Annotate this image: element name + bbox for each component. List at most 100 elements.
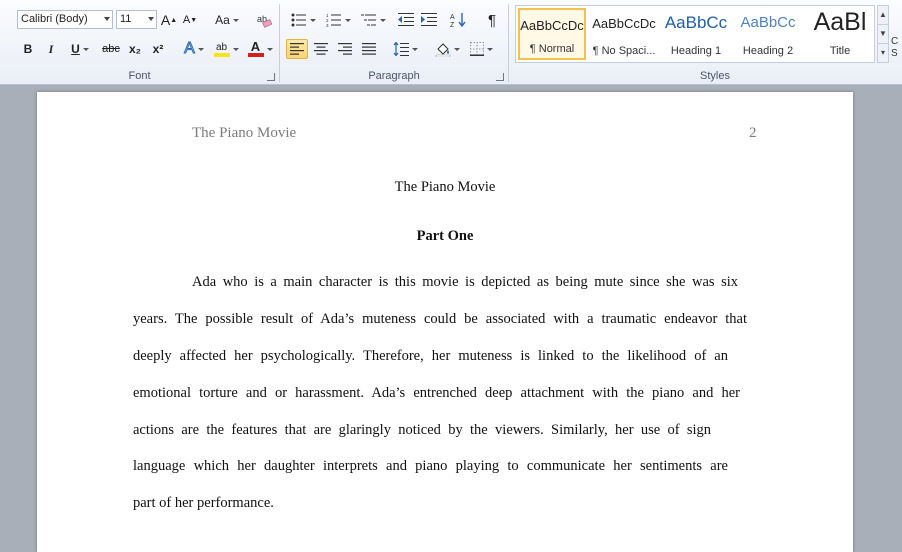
underline-button[interactable]: U xyxy=(66,39,94,59)
style-heading-1[interactable]: AaBbCc Heading 1 xyxy=(662,8,730,60)
shrink-font-button[interactable]: A ▼ xyxy=(182,10,198,30)
grow-font-icon: A xyxy=(160,12,171,28)
chevron-down-icon xyxy=(411,47,418,51)
scroll-down-icon[interactable]: ▼ xyxy=(878,25,888,44)
font-size-combo[interactable]: 11 xyxy=(116,10,157,29)
bold-icon: B xyxy=(23,42,33,56)
style-name: ¶ Normal xyxy=(529,43,575,55)
styles-gallery-scroll[interactable]: ▲ ▼ ▾ xyxy=(877,5,889,63)
styles-gallery: AaBbCcDc ¶ Normal AaBbCcDc ¶ No Spaci...… xyxy=(515,5,875,63)
style-name: Heading 2 xyxy=(742,45,794,57)
style-sample: AaBbCc xyxy=(664,13,728,32)
paragraph-line: actions are the features that are glarin… xyxy=(133,422,711,438)
style-sample: AaBbCcDc xyxy=(520,18,584,33)
change-styles-button[interactable]: C S xyxy=(891,36,898,60)
more-styles-icon[interactable]: ▾ xyxy=(878,44,888,62)
text-effects-button[interactable]: A xyxy=(180,39,208,59)
borders-icon xyxy=(469,42,484,56)
change-case-button[interactable]: Aa xyxy=(213,10,241,30)
increase-indent-button[interactable] xyxy=(419,10,439,30)
paragraph-line: language which her daughter interprets a… xyxy=(133,458,728,474)
style-heading-2[interactable]: AaBbCc Heading 2 xyxy=(734,8,802,60)
strikethrough-icon: abc xyxy=(102,43,120,55)
italic-icon: I xyxy=(48,41,54,56)
style-title[interactable]: AaBl Title xyxy=(806,8,874,60)
superscript-button[interactable]: x² xyxy=(149,39,167,59)
font-dialog-launcher-icon[interactable] xyxy=(267,73,275,81)
subscript-button[interactable]: x₂ xyxy=(126,39,144,59)
highlight-text: ab xyxy=(215,41,228,53)
svg-text:Z: Z xyxy=(450,22,455,28)
styles-group-label: Styles xyxy=(700,70,730,82)
style-no-spacing[interactable]: AaBbCcDc ¶ No Spaci... xyxy=(590,8,658,60)
align-center-button[interactable] xyxy=(310,39,332,59)
shrink-font-icon: A xyxy=(182,14,191,26)
chevron-down-icon xyxy=(104,17,110,21)
style-name: Heading 1 xyxy=(670,45,722,57)
paragraph-line: deeply affected her psychologically. The… xyxy=(133,348,728,364)
paragraph-dialog-launcher-icon[interactable] xyxy=(496,73,504,81)
svg-text:3: 3 xyxy=(326,23,329,27)
strikethrough-button[interactable]: abc xyxy=(100,39,122,59)
align-right-icon xyxy=(338,43,352,55)
show-hide-marks-button[interactable]: ¶ xyxy=(482,10,502,30)
paragraph-line: years. The possible result of Ada’s mute… xyxy=(133,311,747,327)
font-name-combo[interactable]: Calibri (Body) xyxy=(17,10,113,29)
italic-button[interactable]: I xyxy=(42,39,60,59)
chevron-down-icon xyxy=(453,47,460,51)
clear-formatting-icon: ab xyxy=(257,14,272,28)
font-color-text: A xyxy=(250,39,261,54)
line-spacing-icon xyxy=(393,42,409,56)
clear-formatting-button[interactable]: ab xyxy=(254,10,274,30)
chevron-down-icon xyxy=(148,17,154,21)
multilevel-list-icon xyxy=(360,14,376,26)
section-heading: Part One xyxy=(416,228,474,244)
grow-font-button[interactable]: A ▲ xyxy=(161,10,177,30)
bullets-button[interactable] xyxy=(288,10,318,30)
chevron-down-icon xyxy=(232,18,239,22)
font-color-button[interactable]: A xyxy=(245,39,275,59)
font-group: Calibri (Body) 11 A ▲ A ▼ Aa ab B I U ab… xyxy=(0,0,279,84)
style-sample: AaBbCc xyxy=(740,14,796,31)
paragraph-group-label: Paragraph xyxy=(368,70,420,82)
increase-indent-icon xyxy=(421,13,437,26)
subscript-icon: x₂ xyxy=(128,42,141,56)
chevron-down-icon xyxy=(379,18,386,22)
decrease-indent-button[interactable] xyxy=(396,10,416,30)
chevron-down-icon xyxy=(486,47,493,51)
align-left-button[interactable] xyxy=(286,39,308,59)
bold-button[interactable]: B xyxy=(19,39,37,59)
font-name-value: Calibri (Body) xyxy=(21,13,88,25)
superscript-icon: x² xyxy=(152,42,164,56)
numbering-button[interactable]: 1 2 3 xyxy=(323,10,353,30)
sort-button[interactable]: A Z xyxy=(448,10,468,30)
style-name: Title xyxy=(829,45,851,57)
line-spacing-button[interactable] xyxy=(390,39,420,59)
chevron-down-icon xyxy=(309,18,316,22)
multilevel-list-button[interactable] xyxy=(358,10,388,30)
align-center-icon xyxy=(314,43,328,55)
document-page[interactable]: The Piano Movie 2 The Piano Movie Part O… xyxy=(37,92,853,552)
change-styles-label: C S xyxy=(891,36,899,59)
paragraph-line: Ada who is a main character is this movi… xyxy=(192,274,738,290)
scroll-up-icon[interactable]: ▲ xyxy=(878,6,888,25)
header-title: The Piano Movie xyxy=(192,125,297,141)
chevron-down-icon xyxy=(266,47,273,51)
decrease-indent-icon xyxy=(398,13,414,26)
justify-button[interactable] xyxy=(358,39,380,59)
paint-bucket-icon xyxy=(435,43,450,57)
ribbon: Calibri (Body) 11 A ▲ A ▼ Aa ab B I U ab… xyxy=(0,0,902,85)
chevron-down-icon xyxy=(197,47,204,51)
align-right-button[interactable] xyxy=(334,39,356,59)
page-number: 2 xyxy=(749,125,757,141)
borders-button[interactable] xyxy=(466,39,496,59)
font-group-label: Font xyxy=(128,70,151,82)
style-name: ¶ No Spaci... xyxy=(592,45,656,57)
style-sample: AaBl xyxy=(813,8,867,36)
sort-icon: A Z xyxy=(450,13,466,28)
font-color-icon: A xyxy=(247,39,264,57)
style-normal[interactable]: AaBbCcDc ¶ Normal xyxy=(518,8,586,60)
chevron-down-icon xyxy=(82,47,89,51)
shading-button[interactable] xyxy=(432,39,462,59)
highlight-button[interactable]: ab xyxy=(211,39,241,59)
